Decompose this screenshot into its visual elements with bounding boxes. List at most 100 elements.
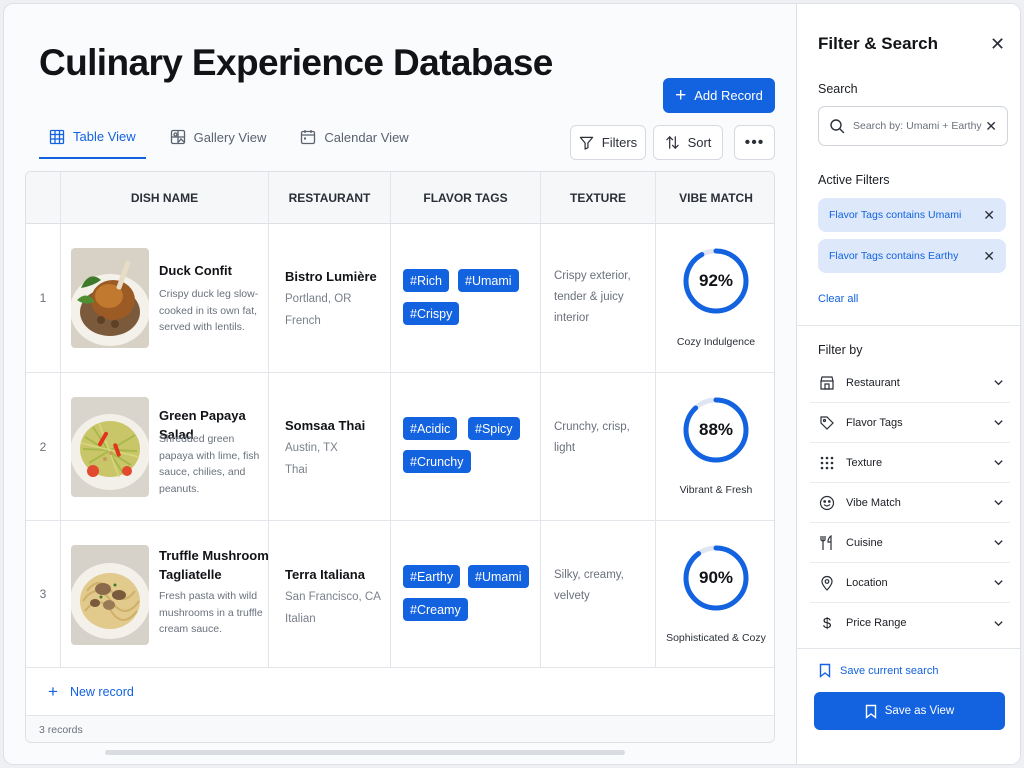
chevron-down-icon [994, 420, 1003, 426]
divider [797, 325, 1020, 326]
tab-label: Calendar View [324, 129, 409, 145]
header-rownum [26, 172, 60, 224]
page-title: Culinary Experience Database [39, 42, 553, 83]
restaurant-cuisine: Italian [285, 613, 316, 625]
plus-icon: + [48, 682, 58, 701]
bookmark-icon [819, 663, 831, 678]
smiley-icon [818, 494, 836, 512]
record-count: 3 records [39, 724, 83, 736]
chevron-down-icon [994, 580, 1003, 586]
texture-cell[interactable]: Silky, creamy, velvety [540, 521, 655, 667]
truffle-tagliatelle-image [71, 545, 149, 645]
table-row[interactable]: 1 Duck Confit Crispy duck leg slow-cooke… [26, 224, 774, 373]
new-record-button[interactable]: + New record [48, 682, 134, 702]
horizontal-scrollbar[interactable] [105, 750, 625, 755]
filter-price-range[interactable]: $ Price Range [810, 603, 1010, 643]
restaurant-cell[interactable]: Terra Italiana San Francisco, CA Italian [268, 521, 390, 667]
bookmark-icon [865, 704, 876, 719]
location-pin-icon [818, 574, 836, 592]
texture-text: Crunchy, crisp, light [554, 421, 630, 454]
tab-gallery-view[interactable]: Gallery View [160, 116, 277, 158]
chip-label: Flavor Tags contains Earthy [829, 250, 959, 262]
duck-confit-image [71, 248, 149, 348]
tag-icon [818, 414, 836, 432]
filter-vibe-match[interactable]: Vibe Match [810, 483, 1010, 523]
vibe-match-cell[interactable]: 92% Cozy Indulgence [655, 224, 774, 372]
header-restaurant[interactable]: RESTAURANT [268, 172, 390, 224]
vibe-match-label: Cozy Indulgence [676, 336, 756, 348]
sort-button[interactable]: Sort [653, 125, 723, 160]
save-view-label: Save as View [884, 705, 955, 717]
flavor-tag[interactable]: #Umami [468, 565, 529, 588]
restaurant-cuisine: French [285, 315, 321, 327]
chevron-down-icon [994, 620, 1003, 626]
restaurant-location: Austin, TX [285, 442, 338, 454]
panel-title: Filter & Search [818, 34, 938, 53]
texture-cell[interactable]: Crunchy, crisp, light [540, 373, 655, 520]
search-input[interactable] [853, 120, 983, 132]
header-flavor-tags[interactable]: FLAVOR TAGS [390, 172, 540, 224]
restaurant-cell[interactable]: Bistro Lumière Portland, OR French [268, 224, 390, 372]
header-texture[interactable]: TEXTURE [540, 172, 655, 224]
filters-button[interactable]: Filters [570, 125, 646, 160]
table-row[interactable]: 2 Green Papaya Salad Shredded green papa… [26, 373, 774, 521]
close-icon[interactable]: ✕ [990, 34, 1005, 55]
chevron-down-icon [994, 540, 1003, 546]
vibe-match-percent: 88% [698, 420, 734, 439]
tab-calendar-view[interactable]: Calendar View [290, 116, 418, 158]
flavor-tag[interactable]: #Crispy [403, 302, 460, 325]
active-filter-chip[interactable]: Flavor Tags contains Umami ✕ [818, 198, 1006, 232]
dish-name: Duck Confit [159, 263, 232, 278]
clear-search-icon[interactable]: ✕ [985, 118, 997, 135]
new-record-label: New record [69, 685, 134, 699]
view-tabs: Table View Gallery View Calendar View [39, 116, 433, 160]
remove-filter-icon[interactable]: ✕ [983, 207, 995, 224]
table-row[interactable]: 3 Truffle Mushroom Tagliatelle Fresh pas… [26, 521, 774, 668]
restaurant-cuisine: Thai [285, 464, 308, 476]
dish-description: Shredded green papaya with lime, fish sa… [159, 433, 260, 495]
save-as-view-button[interactable]: Save as View [814, 692, 1005, 730]
restaurant-cell[interactable]: Somsaa Thai Austin, TX Thai [268, 373, 390, 520]
filter-by-label: Filter by [818, 343, 863, 357]
flavor-tag[interactable]: #Rich [403, 269, 449, 292]
flavor-tag[interactable]: #Acidic [403, 417, 458, 440]
header-vibe-match[interactable]: VIBE MATCH [655, 172, 774, 224]
header-dish-name[interactable]: DISH NAME [60, 172, 268, 224]
tab-label: Gallery View [193, 129, 267, 145]
save-current-search-link[interactable]: Save current search [819, 663, 938, 678]
vibe-match-percent: 90% [698, 568, 734, 587]
vibe-match-cell[interactable]: 88% Vibrant & Fresh [655, 373, 774, 520]
flavor-tag[interactable]: #Spicy [468, 417, 520, 440]
remove-filter-icon[interactable]: ✕ [983, 248, 995, 265]
funnel-icon [579, 136, 593, 150]
clear-all-link[interactable]: Clear all [818, 293, 858, 305]
chip-label: Flavor Tags contains Umami [829, 209, 962, 221]
restaurant-name: Bistro Lumière [285, 269, 377, 284]
flavor-tag[interactable]: #Creamy [403, 598, 468, 621]
more-options-button[interactable]: ••• [734, 125, 775, 160]
restaurant-name: Somsaa Thai [285, 418, 366, 433]
active-filter-chip[interactable]: Flavor Tags contains Earthy ✕ [818, 239, 1006, 273]
dish-cell[interactable]: Truffle Mushroom Tagliatelle Fresh pasta… [60, 521, 269, 667]
filter-restaurant[interactable]: Restaurant [810, 363, 1010, 403]
filter-flavor-tags[interactable]: Flavor Tags [810, 403, 1010, 443]
tab-table-view[interactable]: Table View [39, 116, 146, 159]
dish-cell[interactable]: Duck Confit Crispy duck leg slow-cooked … [60, 224, 268, 372]
search-section-label: Search [818, 82, 858, 96]
vibe-match-cell[interactable]: 90% Sophisticated & Cozy [655, 521, 774, 667]
flavor-tag[interactable]: #Crunchy [403, 450, 471, 473]
flavor-tag[interactable]: #Umami [458, 269, 519, 292]
tab-label: Table View [73, 129, 136, 144]
filter-label: Price Range [846, 617, 907, 629]
filter-cuisine[interactable]: Cuisine [810, 523, 1010, 563]
filter-location[interactable]: Location [810, 563, 1010, 603]
texture-cell[interactable]: Crispy exterior, tender & juicy interior [540, 224, 655, 372]
filter-texture[interactable]: Texture [810, 443, 1010, 483]
plus-icon: + [675, 85, 687, 106]
gallery-icon [170, 129, 185, 145]
dish-cell[interactable]: Green Papaya Salad Shredded green papaya… [60, 373, 268, 520]
add-record-button[interactable]: + Add Record [663, 78, 775, 113]
table-icon [49, 129, 65, 144]
flavor-tag[interactable]: #Earthy [403, 565, 461, 588]
filter-label: Vibe Match [846, 496, 901, 509]
